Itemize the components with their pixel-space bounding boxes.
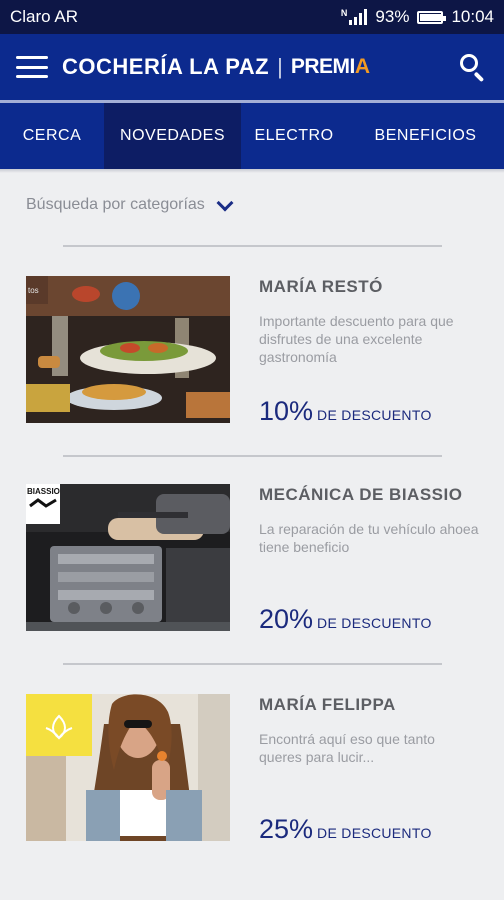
- offer-discount: 25% DE DESCUENTO: [259, 814, 432, 845]
- category-filter-dropdown[interactable]: Búsqueda por categorías: [26, 194, 234, 214]
- offer-card-maria-resto[interactable]: tos MARÍA RESTÓ Importante descuento par…: [26, 276, 496, 427]
- discount-label: DE DESCUENTO: [317, 407, 432, 423]
- search-icon[interactable]: [458, 52, 488, 83]
- tab-cerca[interactable]: CERCA: [0, 103, 104, 169]
- offer-title: MARÍA RESTÓ: [259, 277, 383, 296]
- offer-card-mecanica-biassio[interactable]: BIASSIO MECÁNICA DE BIASSIO La reparació…: [26, 484, 496, 635]
- offer-card-maria-felippa[interactable]: MARÍA FELIPPA Encontrá aquí eso que tant…: [26, 694, 496, 845]
- image-overlay-text: BIASSIO: [27, 487, 60, 496]
- offer-discount: 20% DE DESCUENTO: [259, 604, 432, 635]
- restaurant-food-image: tos: [26, 276, 230, 423]
- nfc-indicator: N: [340, 8, 348, 18]
- clock: 10:04: [451, 7, 494, 26]
- app-title: COCHERÍA LA PAZ: [62, 54, 270, 79]
- chevron-down-icon: [216, 194, 234, 211]
- app-bar: COCHERÍA LA PAZ | PREMIA: [0, 34, 504, 100]
- offer-description: Importante descuento para que disfrutes …: [259, 313, 454, 365]
- discount-percent: 20%: [259, 604, 314, 634]
- offer-description: La reparación de tu vehículo ahoea tiene…: [259, 521, 479, 555]
- battery-percent: 93%: [375, 7, 410, 26]
- premia-logo: PREMIA: [290, 55, 370, 78]
- offer-title: MARÍA FELIPPA: [259, 695, 396, 714]
- divider: [63, 663, 442, 665]
- tab-electro[interactable]: ELECTRO: [241, 103, 347, 169]
- tab-beneficios[interactable]: BENEFICIOS: [347, 103, 504, 169]
- app-brand: COCHERÍA LA PAZ | PREMIA: [62, 54, 458, 80]
- status-bar: Claro AR N 93% 10:04: [0, 0, 504, 34]
- offer-discount: 10% DE DESCUENTO: [259, 396, 432, 427]
- status-icons: N 93% 10:04: [341, 7, 494, 27]
- divider: [63, 245, 442, 247]
- tabs-shadow: [0, 169, 504, 173]
- brand-separator: |: [277, 54, 283, 79]
- engine-repair-image: BIASSIO: [26, 484, 230, 631]
- discount-percent: 10%: [259, 396, 314, 426]
- divider: [63, 455, 442, 457]
- discount-label: DE DESCUENTO: [317, 615, 432, 631]
- discount-percent: 25%: [259, 814, 314, 844]
- offer-description: Encontrá aquí eso que tanto queres para …: [259, 731, 435, 765]
- carrier-name: Claro AR: [10, 7, 79, 26]
- category-filter-label: Búsqueda por categorías: [26, 196, 205, 213]
- fashion-model-image: [26, 694, 230, 841]
- tab-bar: CERCA NOVEDADES ELECTRO BENEFICIOS: [0, 103, 504, 169]
- signal-icon: [349, 9, 368, 25]
- menu-icon[interactable]: [16, 56, 48, 78]
- battery-icon: [417, 10, 447, 24]
- discount-label: DE DESCUENTO: [317, 825, 432, 841]
- tab-novedades[interactable]: NOVEDADES: [104, 103, 241, 169]
- offer-title: MECÁNICA DE BIASSIO: [259, 485, 463, 504]
- image-overlay-text: tos: [28, 286, 39, 295]
